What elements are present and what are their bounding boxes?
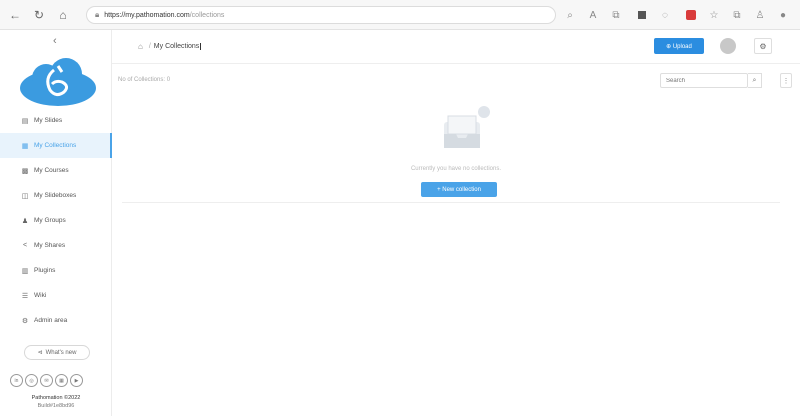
back-icon[interactable]: ← [6,6,24,24]
copyright-text: Pathomation ©2022 [31,395,81,401]
slides-icon: ▤ [21,117,29,125]
empty-state: Currently you have no collections. + New… [112,96,800,206]
sidebar-item-label: My Slideboxes [34,192,77,199]
share-icon: < [22,242,28,249]
avatar[interactable] [720,38,736,54]
sidebar-item-my-shares[interactable]: < My Shares [0,233,112,258]
sidebar-item-label: Wiki [34,292,47,299]
sidebar-item-my-slideboxes[interactable]: ◫ My Slideboxes [0,183,112,208]
browser-icons: ⌕ A ⧉ ◌ ☆ ⧉ ♙ ● ⋯ [560,6,800,24]
more-options-icon[interactable]: ⋮ [780,73,792,88]
calendar-icon[interactable]: ▦ [55,374,68,387]
sidebar: ‹ ▤ My Slides ▦ My Collections ▩ My Cour… [0,30,112,416]
breadcrumb-separator: / [148,43,151,50]
gear-icon: ⚙ [21,317,29,325]
groups-icon: ♟ [21,217,29,225]
megaphone-icon: ⊲ [37,350,43,356]
mail-icon[interactable]: ✉ [40,374,53,387]
new-collection-button[interactable]: + New collection [421,182,497,197]
plugins-icon: ▥ [21,267,29,275]
collapse-sidebar-button[interactable]: ‹ [53,35,57,47]
whats-new-button[interactable]: ⊲ What's new [24,345,90,360]
refresh-icon[interactable]: ↻ [30,6,48,24]
build-text: Build#1e8bd96 [37,403,75,409]
empty-message: Currently you have no collections. [410,166,502,172]
sidebar-item-admin-area[interactable]: ⚙ Admin area [0,308,112,333]
social-links: in ◎ ✉ ▦ ▶ [10,374,85,387]
linkedin-icon[interactable]: in [10,374,23,387]
slideboxes-icon: ◫ [21,192,29,200]
search-icon[interactable]: ⌕ [560,6,580,24]
top-bar: ⌂ / My Collections ⊕ Upload ⚙ [112,30,800,64]
sidebar-item-wiki[interactable]: ☰ Wiki [0,283,112,308]
lock-icon: 🔒︎ [95,10,100,19]
extension-red-icon[interactable] [686,10,696,20]
sidebar-item-my-courses[interactable]: ▩ My Courses [0,158,112,183]
home-icon[interactable]: ⌂ [54,6,72,24]
sidebar-item-my-groups[interactable]: ♟ My Groups [0,208,112,233]
shield-icon[interactable]: ◌ [655,6,675,24]
collections-icon[interactable]: ⧉ [727,6,747,24]
sidebar-item-label: Plugins [34,267,56,274]
sidebar-item-label: My Shares [34,242,66,249]
wiki-icon: ☰ [21,292,29,300]
address-bar[interactable]: 🔒︎ https://my.pathomation.com/collection… [86,6,556,24]
settings-button[interactable]: ⚙ [754,38,772,54]
web-icon[interactable]: ◎ [25,374,38,387]
account-icon[interactable]: ● [773,6,793,24]
star-icon[interactable]: ☆ [704,6,724,24]
sidebar-item-label: My Collections [34,142,77,149]
sidebar-item-label: My Courses [34,167,69,174]
url-path: /collections [189,11,225,19]
sidebar-item-label: My Groups [34,217,66,224]
sidebar-nav: ▤ My Slides ▦ My Collections ▩ My Course… [0,108,112,333]
url-host: https://my.pathomation.com [104,11,190,19]
courses-icon: ▩ [21,167,29,175]
sidebar-item-plugins[interactable]: ▥ Plugins [0,258,112,283]
empty-inbox-icon [444,106,490,148]
extensions-icon[interactable]: ⧉ [606,6,626,24]
collections-icon: ▦ [21,142,29,150]
whats-new-label: What's new [45,349,77,356]
menu-icon[interactable]: ⋯ [796,6,800,24]
sidebar-item-my-collections[interactable]: ▦ My Collections [0,133,112,158]
home-icon[interactable]: ⌂ [138,42,143,51]
sidebar-item-my-slides[interactable]: ▤ My Slides [0,108,112,133]
upload-button[interactable]: ⊕ Upload [654,38,704,54]
breadcrumb: ⌂ / My Collections [138,42,202,51]
collections-toolbar: No of Collections: 0 ⌕ ⋮ [112,64,800,96]
youtube-icon[interactable]: ▶ [70,374,83,387]
read-aloud-icon[interactable]: A [583,6,603,24]
footer: Pathomation ©2022 Build#1e8bd96 [0,394,112,410]
search-input[interactable] [660,73,748,88]
profile-icon[interactable]: ♙ [750,6,770,24]
breadcrumb-current: My Collections [153,43,202,50]
sidebar-item-label: Admin area [34,317,68,324]
search-icon[interactable]: ⌕ [748,73,762,88]
sidebar-item-label: My Slides [34,117,63,124]
app-icon[interactable] [638,11,646,19]
pathomation-logo [20,58,96,106]
divider [122,202,780,203]
collection-count: No of Collections: 0 [118,77,171,83]
